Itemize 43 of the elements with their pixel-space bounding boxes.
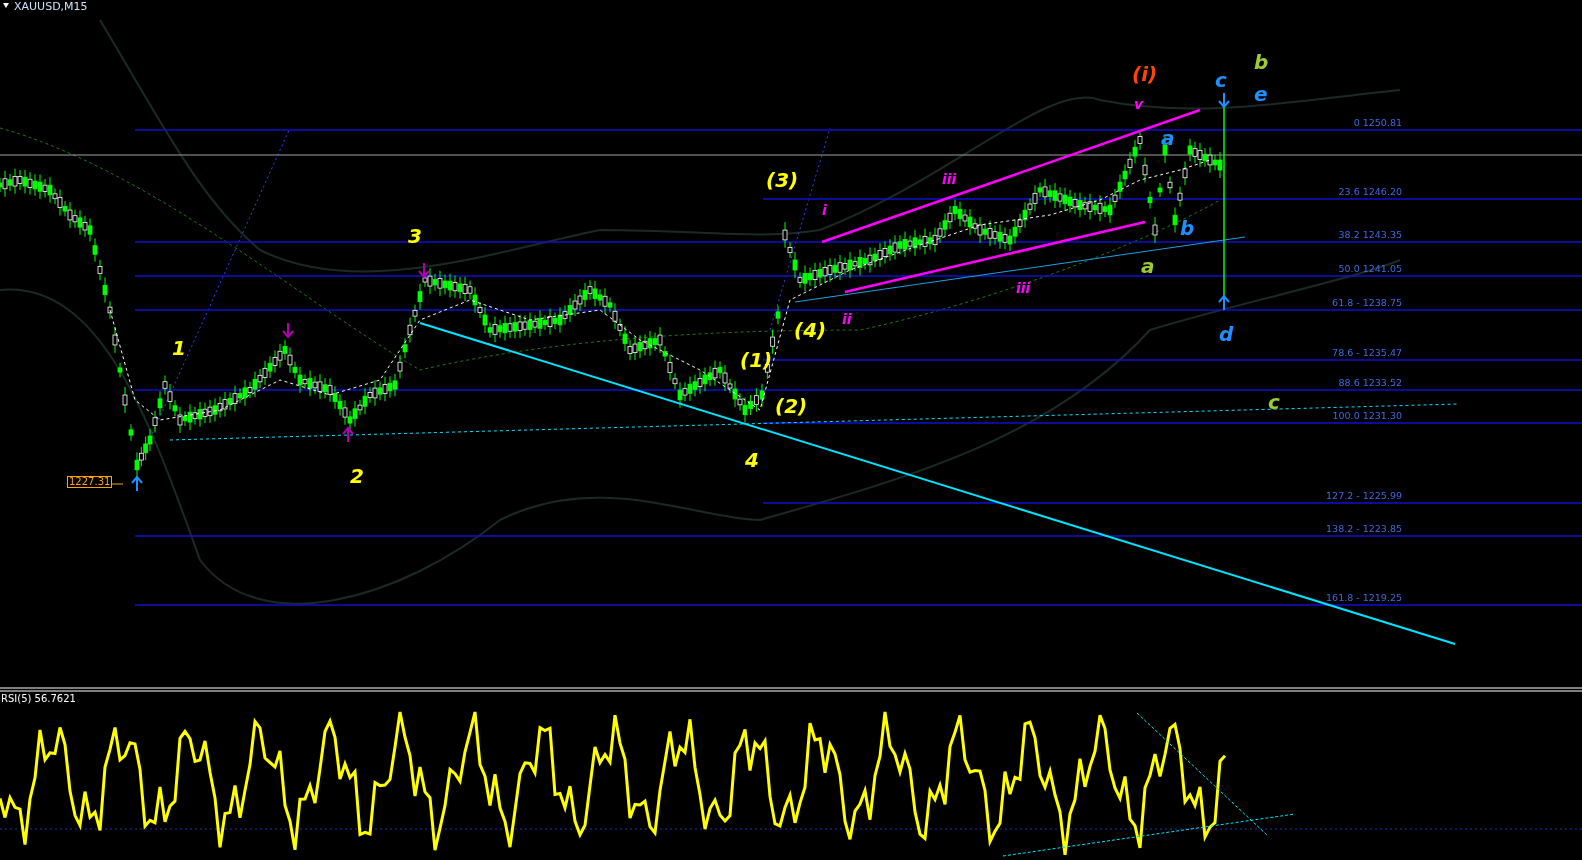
- fibonacci-level-label: 50.0 1241.05: [1338, 264, 1402, 274]
- rsi-label: RSI(5) 56.7621: [1, 694, 76, 704]
- wave-label: i: [822, 203, 827, 217]
- wave-label: ii: [842, 312, 852, 326]
- price-tag: 1227.31: [67, 476, 113, 488]
- wave-label: 4: [745, 450, 759, 470]
- wave-label: c: [1268, 392, 1280, 412]
- wave-label: (3): [766, 170, 799, 190]
- up-arrow-icon: [342, 426, 354, 443]
- wave-label: (4): [794, 320, 827, 340]
- fibonacci-level-label: 23.6 1246.20: [1338, 187, 1402, 197]
- fibonacci-level-label: 88.6 1233.52: [1338, 378, 1402, 388]
- wave-label: 1: [172, 338, 186, 358]
- wave-label: d: [1219, 324, 1234, 344]
- up-arrow-icon: [131, 475, 143, 492]
- fibonacci-level-label: 78.6 - 1235.47: [1332, 348, 1402, 358]
- wave-label: b: [1180, 218, 1195, 238]
- wave-label: 2: [350, 466, 364, 486]
- wave-label: (1): [740, 350, 773, 370]
- chart-title: XAUUSD,M15: [14, 1, 88, 12]
- wave-label: (i): [1132, 64, 1158, 84]
- wave-label: (2): [775, 396, 808, 416]
- fibonacci-level-label: 61.8 - 1238.75: [1332, 298, 1402, 308]
- fibonacci-level-label: 161.8 - 1219.25: [1326, 593, 1402, 603]
- down-arrow-icon: [282, 322, 294, 339]
- fibonacci-level-label: 127.2 - 1225.99: [1326, 491, 1402, 501]
- wave-label: a: [1141, 256, 1155, 276]
- wave-label: e: [1254, 84, 1268, 104]
- leader-line: [110, 483, 124, 485]
- fibonacci-level-label: 138.2 - 1223.85: [1326, 524, 1402, 534]
- wave-label: iii: [1016, 281, 1031, 295]
- wave-label: iii: [942, 172, 957, 186]
- wave-label: a: [1161, 128, 1175, 148]
- down-arrow-icon: [418, 262, 430, 279]
- wave-label: v: [1134, 97, 1144, 111]
- fibonacci-level-label: 100.0 1231.30: [1332, 411, 1402, 421]
- wave-label: b: [1254, 52, 1269, 72]
- wave-label: c: [1215, 70, 1227, 90]
- fibonacci-level-label: 0 1250.81: [1353, 118, 1402, 128]
- down-arrow-icon: [1218, 92, 1230, 109]
- triangle-icon: [3, 3, 9, 8]
- fibonacci-level-label: 38.2 1243.35: [1338, 230, 1402, 240]
- up-arrow-icon: [1218, 294, 1230, 311]
